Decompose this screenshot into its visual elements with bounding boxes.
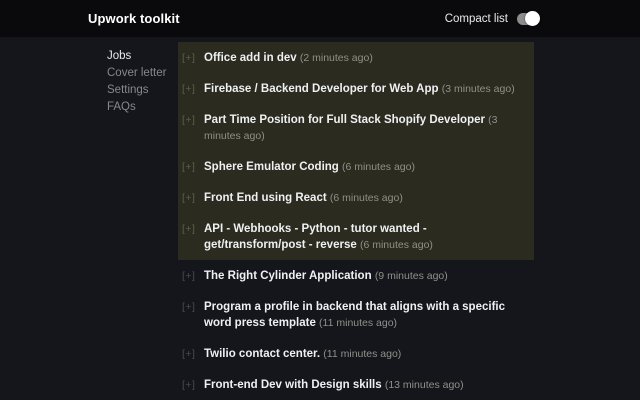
compact-list-label: Compact list bbox=[444, 12, 508, 25]
job-row[interactable]: [+] Part Time Position for Full Stack Sh… bbox=[178, 104, 534, 151]
expand-plus-icon[interactable]: [+] bbox=[182, 268, 196, 284]
expand-plus-icon[interactable]: [+] bbox=[182, 377, 196, 393]
job-title: Front End using React bbox=[204, 191, 327, 204]
upwork-toolkit-popup: Upwork toolkit Compact list Jobs Cover le… bbox=[0, 0, 640, 400]
job-title: Front-end Dev with Design skills bbox=[204, 378, 382, 391]
job-row[interactable]: [+] Program a profile in backend that al… bbox=[178, 291, 534, 338]
job-row[interactable]: [+] Office add in dev (2 minutes ago) bbox=[178, 42, 534, 73]
job-timestamp: (3 minutes ago) bbox=[441, 82, 515, 95]
expand-plus-icon[interactable]: [+] bbox=[182, 81, 196, 97]
body: Jobs Cover letter Settings FAQs [+] Office … bbox=[0, 37, 640, 400]
expand-plus-icon[interactable]: [+] bbox=[182, 346, 196, 362]
job-timestamp: (11 minutes ago) bbox=[319, 316, 398, 329]
compact-list-control: Compact list bbox=[444, 11, 540, 26]
job-timestamp: (6 minutes ago) bbox=[329, 191, 403, 204]
expand-plus-icon[interactable]: [+] bbox=[182, 50, 196, 66]
expand-plus-icon[interactable]: [+] bbox=[182, 159, 196, 175]
job-title: Office add in dev bbox=[204, 51, 297, 64]
job-timestamp: (11 minutes ago) bbox=[323, 347, 402, 360]
job-row[interactable]: [+] Firebase / Backend Developer for Web… bbox=[178, 73, 534, 104]
job-timestamp: (6 minutes ago) bbox=[359, 238, 433, 251]
toggle-knob-icon bbox=[525, 11, 540, 26]
job-timestamp: (9 minutes ago) bbox=[374, 269, 448, 282]
job-row[interactable]: [+] Front End using React (6 minutes ago… bbox=[178, 182, 534, 213]
compact-list-toggle[interactable] bbox=[517, 11, 540, 26]
job-row[interactable]: [+] Front-end Dev with Design skills (13… bbox=[178, 369, 534, 400]
sidebar-item-jobs[interactable]: Jobs bbox=[107, 48, 178, 65]
job-timestamp: (6 minutes ago) bbox=[342, 160, 415, 173]
expand-plus-icon[interactable]: [+] bbox=[182, 221, 196, 237]
job-timestamp: (2 minutes ago) bbox=[299, 51, 373, 64]
sidebar-item-faqs[interactable]: FAQs bbox=[107, 99, 178, 116]
job-list: [+] Office add in dev (2 minutes ago) [+… bbox=[178, 37, 534, 400]
job-row[interactable]: [+] Sphere Emulator Coding (6 minutes ag… bbox=[178, 151, 534, 182]
job-timestamp: (13 minutes ago) bbox=[384, 378, 464, 391]
sidebar-item-settings[interactable]: Settings bbox=[107, 82, 178, 99]
job-title: Firebase / Backend Developer for Web App bbox=[204, 82, 439, 95]
job-title: Part Time Position for Full Stack Shopif… bbox=[204, 113, 485, 126]
job-row[interactable]: [+] API - Webhooks - Python - tutor want… bbox=[178, 213, 534, 260]
expand-plus-icon[interactable]: [+] bbox=[182, 190, 196, 206]
job-title: Twilio contact center. bbox=[204, 347, 321, 360]
job-title: The Right Cylinder Application bbox=[204, 269, 372, 282]
sidebar-item-cover-letter[interactable]: Cover letter bbox=[107, 65, 178, 82]
header: Upwork toolkit Compact list bbox=[0, 0, 640, 37]
app-title: Upwork toolkit bbox=[88, 11, 180, 26]
expand-plus-icon[interactable]: [+] bbox=[182, 299, 196, 315]
job-row[interactable]: [+] The Right Cylinder Application (9 mi… bbox=[178, 260, 534, 291]
expand-plus-icon[interactable]: [+] bbox=[182, 112, 196, 128]
job-row[interactable]: [+] Twilio contact center. (11 minutes a… bbox=[178, 338, 534, 369]
job-title: Sphere Emulator Coding bbox=[204, 160, 339, 173]
sidebar: Jobs Cover letter Settings FAQs bbox=[107, 37, 178, 116]
